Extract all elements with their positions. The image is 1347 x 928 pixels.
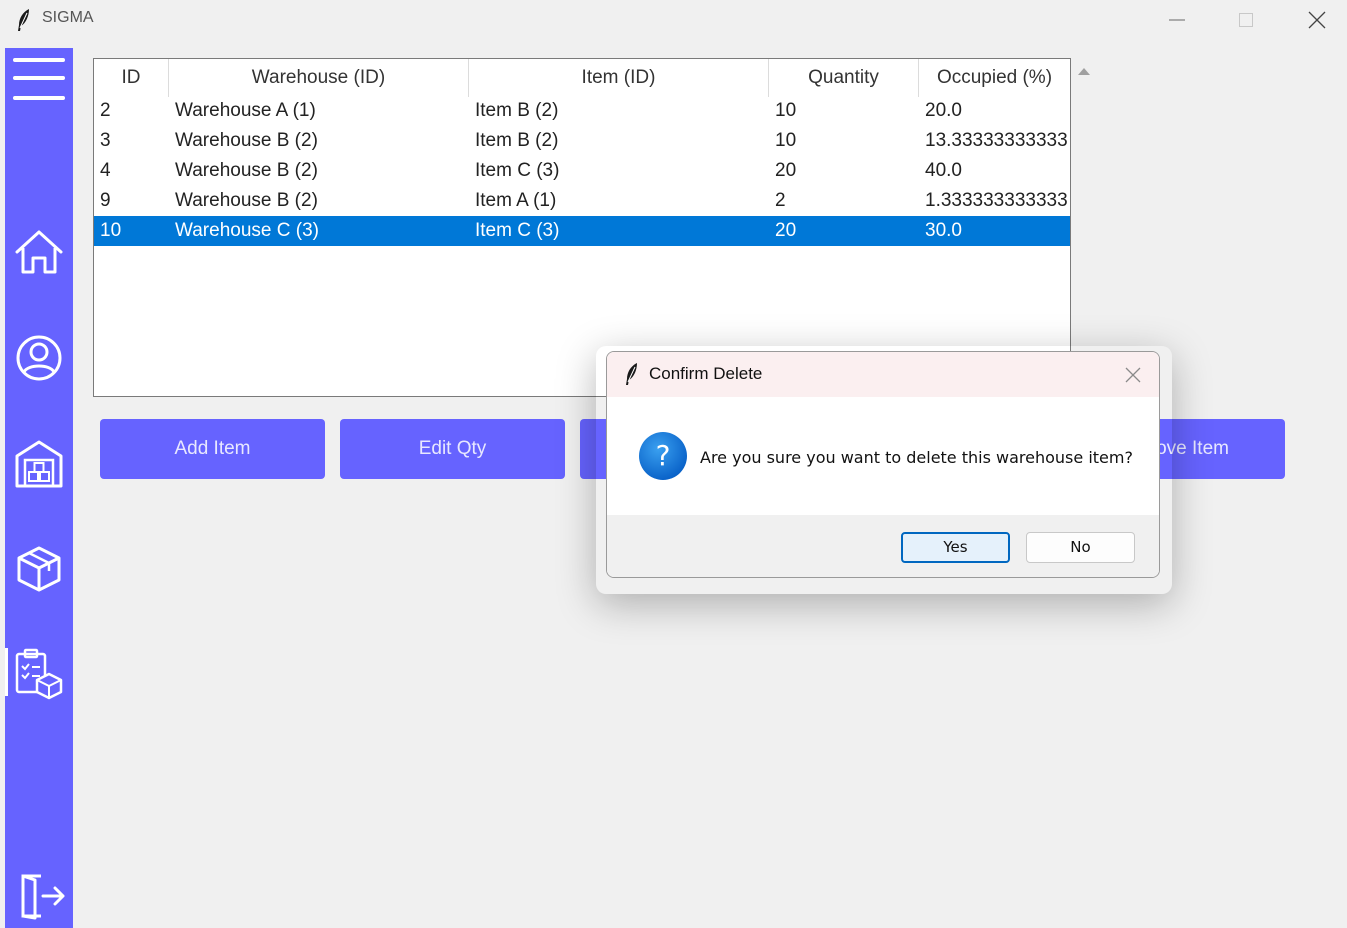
dialog-close-icon[interactable] [1123,365,1143,385]
feather-icon [626,363,637,385]
home-icon [15,230,63,274]
feather-icon [18,9,29,31]
warehouse-icon [15,440,63,488]
column-header-item[interactable]: Item (ID) [469,59,769,97]
window-title: SIGMA [42,9,94,26]
minimize-icon [1169,19,1185,21]
close-icon [1308,11,1326,29]
user-icon [16,335,62,381]
close-button[interactable] [1287,0,1347,40]
box-icon [17,546,61,592]
dialog-footer: Yes No [607,515,1159,577]
table-row-selected[interactable]: 10 Warehouse C (3) Item C (3) 20 30.0 [94,216,1070,246]
table-row[interactable]: 4 Warehouse B (2) Item C (3) 20 40.0 [94,156,1070,186]
svg-text:?: ? [656,439,671,472]
table-row[interactable]: 9 Warehouse B (2) Item A (1) 2 1.3333333… [94,186,1070,216]
question-icon: ? [639,432,687,480]
dialog-message: Are you sure you want to delete this war… [700,448,1133,467]
no-button[interactable]: No [1026,532,1135,563]
menu-icon [13,58,65,100]
active-indicator [5,648,8,696]
sidebar-item-users[interactable] [9,328,69,388]
column-header-quantity[interactable]: Quantity [769,59,919,97]
dialog-title-bar: Confirm Delete [607,352,1159,397]
table-row[interactable]: 2 Warehouse A (1) Item B (2) 10 20.0 [94,96,1070,126]
table-row[interactable]: 3 Warehouse B (2) Item B (2) 10 13.33333… [94,126,1070,156]
sidebar-item-inventory[interactable] [9,644,69,704]
yes-button[interactable]: Yes [901,532,1010,563]
add-item-button[interactable]: Add Item [100,419,325,479]
maximize-button[interactable] [1216,0,1276,40]
column-header-warehouse[interactable]: Warehouse (ID) [169,59,469,97]
sidebar-item-home[interactable] [9,222,69,282]
sidebar-item-warehouses[interactable] [9,434,69,494]
confirm-delete-dialog: Confirm Delete ? Are you sure you want t… [606,351,1160,578]
minimize-button[interactable] [1147,0,1207,40]
sidebar-item-items[interactable] [9,538,69,598]
column-header-occupied[interactable]: Occupied (%) [919,59,1070,97]
inventory-report-icon [15,648,63,700]
dialog-title: Confirm Delete [649,364,763,383]
menu-button[interactable] [9,50,69,110]
dialog-body: ? Are you sure you want to delete this w… [607,397,1159,515]
sidebar [5,48,73,928]
table-header: ID Warehouse (ID) Item (ID) Quantity Occ… [94,59,1070,97]
column-header-id[interactable]: ID [94,59,169,97]
logout-button[interactable] [9,864,69,924]
maximize-icon [1239,13,1253,27]
logout-icon [21,874,65,920]
edit-qty-button[interactable]: Edit Qty [340,419,565,479]
title-bar: SIGMA [0,0,1347,40]
scroll-up-arrow-icon[interactable] [1077,64,1091,78]
